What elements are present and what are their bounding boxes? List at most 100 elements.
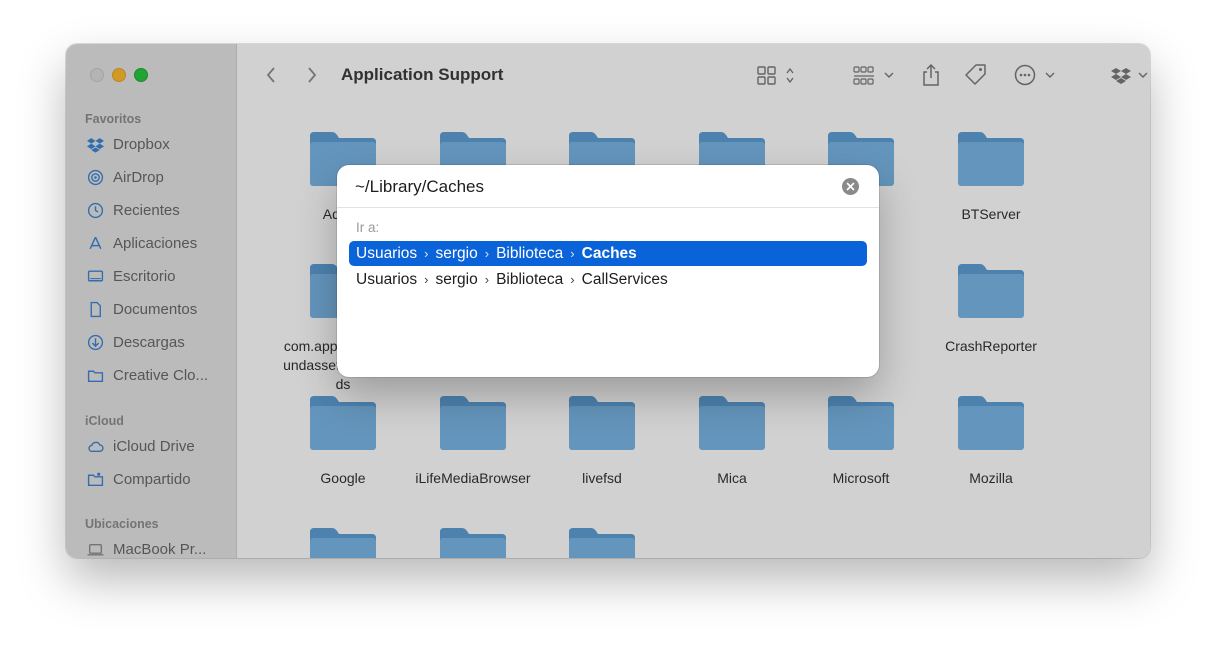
folder-label: Mica xyxy=(717,470,747,486)
sidebar-section-ubicaciones: Ubicaciones xyxy=(85,517,159,531)
laptop-icon xyxy=(87,541,104,558)
folder-icon xyxy=(87,367,104,384)
close-window-button[interactable] xyxy=(90,68,104,82)
sidebar-item-aplicaciones[interactable]: Aplicaciones xyxy=(87,235,227,252)
folder-label: CrashReporter xyxy=(945,338,1037,354)
sidebar-item-creative-cloud[interactable]: Creative Clo... xyxy=(87,367,227,384)
chevron-left-icon xyxy=(266,67,275,83)
folder-icon xyxy=(310,528,376,558)
sidebar: Favoritos Dropbox AirDrop Recientes Apli… xyxy=(66,44,237,558)
cloud-icon xyxy=(87,438,104,455)
chevron-right-icon: › xyxy=(484,272,490,287)
sidebar-item-airdrop[interactable]: AirDrop xyxy=(87,169,227,186)
breadcrumb-current: CallServices xyxy=(581,270,668,288)
sidebar-item-label: Dropbox xyxy=(113,136,170,153)
folder-label: iLifeMediaBrowser xyxy=(415,470,531,486)
divider xyxy=(337,207,879,208)
share-button[interactable] xyxy=(921,62,941,88)
folder-icon xyxy=(828,396,894,450)
suggestion-row[interactable]: Usuarios › sergio › Biblioteca › CallServic… xyxy=(349,267,867,292)
back-button[interactable] xyxy=(260,64,282,86)
breadcrumb-current: Caches xyxy=(581,244,637,262)
clock-icon xyxy=(87,202,104,219)
group-by-button[interactable] xyxy=(853,62,897,88)
folder-icon xyxy=(569,396,635,450)
breadcrumb-item: sergio xyxy=(435,244,478,262)
folder-icon xyxy=(958,132,1024,186)
sidebar-item-label: Documentos xyxy=(113,301,198,318)
dropbox-icon xyxy=(87,136,104,153)
share-icon xyxy=(923,63,939,86)
sidebar-item-label: MacBook Pr... xyxy=(113,541,207,558)
shared-folder-icon xyxy=(87,471,104,488)
suggestion-row[interactable]: Usuarios › sergio › Biblioteca › Caches xyxy=(349,241,867,266)
chevron-right-icon xyxy=(308,67,317,83)
folder-label: BTServer xyxy=(961,206,1021,222)
actions-button[interactable] xyxy=(1014,62,1058,88)
folder-label: livefsd xyxy=(582,470,622,486)
tags-button[interactable] xyxy=(964,62,988,88)
go-to-folder-dialog: Ir a: Usuarios › sergio › Biblioteca › Cach… xyxy=(337,165,879,377)
sidebar-item-compartido[interactable]: Compartido xyxy=(87,471,227,488)
sidebar-item-label: iCloud Drive xyxy=(113,438,195,455)
close-icon xyxy=(846,182,855,191)
path-input[interactable] xyxy=(355,175,835,199)
zoom-window-button[interactable] xyxy=(134,68,148,82)
more-icon xyxy=(1014,64,1055,86)
sidebar-item-icloud-drive[interactable]: iCloud Drive xyxy=(87,438,227,455)
sidebar-item-descargas[interactable]: Descargas xyxy=(87,334,227,351)
sidebar-item-label: Creative Clo... xyxy=(113,367,209,384)
folder-label: Mozilla xyxy=(969,470,1013,486)
chevron-right-icon: › xyxy=(424,272,429,287)
sidebar-item-label: Descargas xyxy=(113,334,185,351)
folder-icon xyxy=(958,396,1024,450)
sidebar-item-label: AirDrop xyxy=(113,169,164,186)
grid-view-icon xyxy=(757,66,794,85)
breadcrumb-item: sergio xyxy=(435,270,478,288)
sidebar-item-dropbox[interactable]: Dropbox xyxy=(87,136,227,153)
sidebar-item-label: Aplicaciones xyxy=(113,235,198,252)
chevron-right-icon: › xyxy=(484,246,490,261)
sidebar-item-label: Escritorio xyxy=(113,268,176,285)
window-title: Application Support xyxy=(341,65,504,84)
chevron-right-icon: › xyxy=(570,246,575,261)
window-controls xyxy=(90,68,148,82)
folder-icon xyxy=(958,264,1024,318)
group-icon xyxy=(853,66,894,85)
folder-label: Microsoft xyxy=(832,470,890,486)
breadcrumb-item: Biblioteca xyxy=(496,244,564,262)
breadcrumb-item: Usuarios xyxy=(356,270,418,288)
folder-label: Google xyxy=(320,470,366,486)
folder-icon xyxy=(440,396,506,450)
tag-icon xyxy=(965,64,986,85)
airdrop-icon xyxy=(87,169,104,186)
forward-button[interactable] xyxy=(301,64,323,86)
folder-icon xyxy=(699,396,765,450)
sidebar-item-label: Recientes xyxy=(113,202,180,219)
sidebar-item-recientes[interactable]: Recientes xyxy=(87,202,227,219)
clear-button[interactable] xyxy=(842,178,859,195)
view-mode-button[interactable] xyxy=(757,62,797,88)
folder-icon xyxy=(569,528,635,558)
sidebar-item-documentos[interactable]: Documentos xyxy=(87,301,227,318)
chevron-right-icon: › xyxy=(424,246,429,261)
document-icon xyxy=(87,301,104,318)
folder-icon xyxy=(310,396,376,450)
sidebar-section-icloud: iCloud xyxy=(85,414,124,428)
goto-label: Ir a: xyxy=(356,220,380,235)
folder-icon xyxy=(440,528,506,558)
sidebar-section-favorites: Favoritos xyxy=(85,112,142,126)
sidebar-item-macbook[interactable]: MacBook Pr... xyxy=(87,541,227,558)
minimize-window-button[interactable] xyxy=(112,68,126,82)
chevron-right-icon: › xyxy=(570,272,575,287)
desktop-icon xyxy=(87,268,104,285)
download-icon xyxy=(87,334,104,351)
applications-icon xyxy=(87,235,104,252)
dropbox-icon xyxy=(1111,68,1148,84)
sidebar-item-label: Compartido xyxy=(113,471,191,488)
dropbox-toolbar-button[interactable] xyxy=(1111,62,1150,88)
toolbar: Application Support xyxy=(237,44,1150,106)
sidebar-item-escritorio[interactable]: Escritorio xyxy=(87,268,227,285)
breadcrumb-item: Biblioteca xyxy=(496,270,564,288)
breadcrumb-item: Usuarios xyxy=(356,244,418,262)
